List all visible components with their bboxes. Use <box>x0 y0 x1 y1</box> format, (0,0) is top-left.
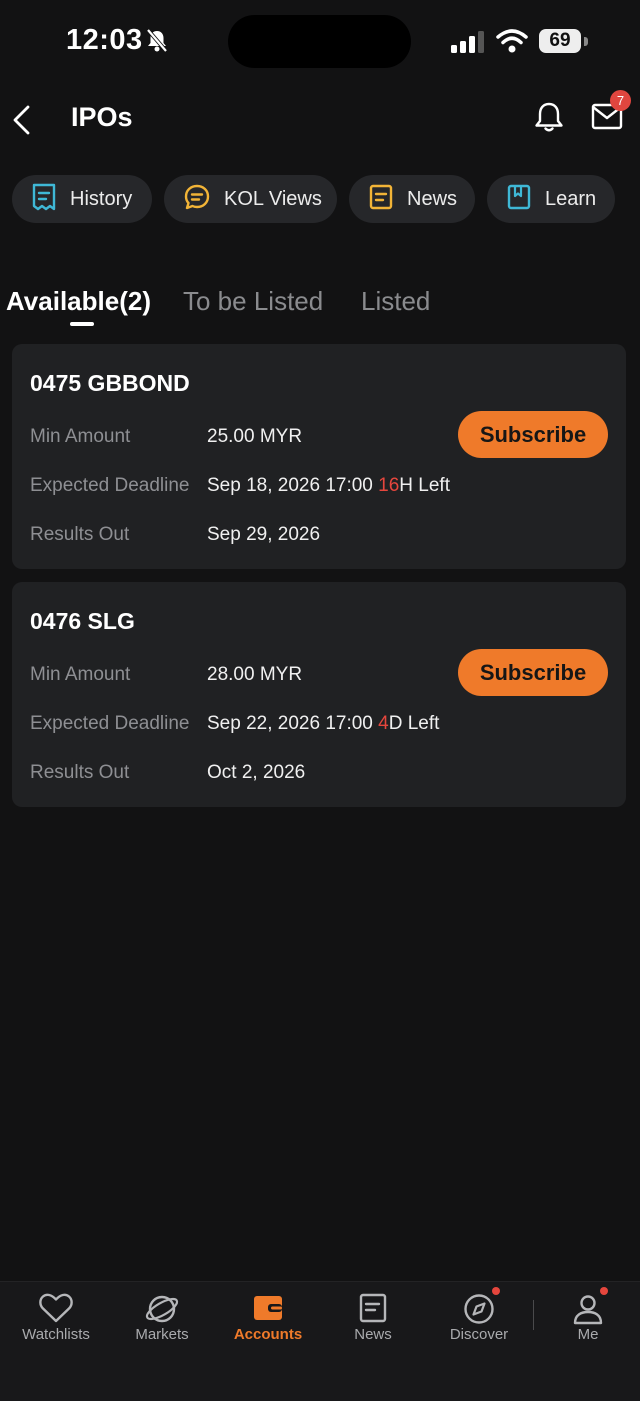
tab-watchlists[interactable]: Watchlists <box>3 1282 109 1372</box>
compass-icon <box>426 1292 532 1326</box>
receipt-icon <box>31 183 57 216</box>
tab-label: Markets <box>135 1326 189 1343</box>
chip-label: Learn <box>545 187 597 210</box>
tab-discover[interactable]: Discover <box>426 1282 532 1372</box>
status-time: 12:03 <box>66 24 143 56</box>
mail-badge: 7 <box>610 90 631 111</box>
tab-label: Me <box>577 1326 599 1343</box>
user-icon <box>535 1292 640 1326</box>
wallet-icon <box>215 1292 321 1326</box>
status-bar: 12:03 69 <box>0 0 640 84</box>
tab-divider <box>533 1300 534 1330</box>
wifi-icon <box>496 29 528 58</box>
tab-accounts[interactable]: Accounts <box>215 1282 321 1372</box>
results-value: Oct 2, 2026 <box>207 762 306 783</box>
deadline-date: Sep 18, 2026 17:00 <box>207 475 373 496</box>
results-label: Results Out <box>30 762 130 783</box>
deadline-date: Sep 22, 2026 17:00 <box>207 713 373 734</box>
ipo-card[interactable]: 0476 SLG Min Amount 28.00 MYR Subscribe … <box>12 582 626 807</box>
chip-kol-views[interactable]: KOL Views <box>164 175 337 223</box>
tab-available[interactable]: Available(2) <box>6 286 151 317</box>
time-left-suffix: D Left <box>388 713 440 734</box>
back-arrow-icon[interactable] <box>10 104 34 141</box>
tab-listed[interactable]: Listed <box>361 286 430 317</box>
tab-to-be-listed[interactable]: To be Listed <box>183 286 323 317</box>
ipo-card[interactable]: 0475 GBBOND Min Amount 25.00 MYR Subscri… <box>12 344 626 569</box>
battery-tip <box>584 37 588 46</box>
results-value: Sep 29, 2026 <box>207 524 321 545</box>
battery-level: 69 <box>539 29 581 53</box>
deadline-label: Expected Deadline <box>30 475 190 496</box>
document-icon <box>368 183 394 216</box>
tab-markets[interactable]: Markets <box>109 1282 215 1372</box>
ipo-name: 0475 GBBOND <box>30 370 190 396</box>
min-amount-label: Min Amount <box>30 664 131 685</box>
deadline-value: Sep 22, 2026 17:00 4D Left <box>207 713 439 735</box>
deadline-label: Expected Deadline <box>30 713 190 734</box>
bookmark-icon <box>506 183 532 216</box>
chip-history[interactable]: History <box>12 175 152 223</box>
bottom-tab-bar: Watchlists Markets Accounts News Discove… <box>0 1281 640 1401</box>
chip-learn[interactable]: Learn <box>487 175 615 223</box>
notification-bell-icon[interactable] <box>532 100 566 139</box>
silent-mode-icon <box>145 28 169 59</box>
tab-news[interactable]: News <box>320 1282 426 1372</box>
chip-label: News <box>407 187 458 210</box>
nav-header: IPOs 7 <box>0 90 640 150</box>
page-title: IPOs <box>71 102 133 132</box>
ipo-name: 0476 SLG <box>30 608 135 634</box>
heart-icon <box>3 1292 109 1326</box>
planet-icon <box>109 1292 215 1326</box>
subscribe-button[interactable]: Subscribe <box>458 649 608 696</box>
time-left-number: 4 <box>378 713 389 734</box>
ipo-tabs: Available(2) To be Listed Listed <box>0 282 640 332</box>
chip-label: History <box>70 187 133 210</box>
news-icon <box>320 1292 426 1326</box>
notification-dot <box>600 1287 608 1295</box>
deadline-value: Sep 18, 2026 17:00 16H Left <box>207 475 450 497</box>
min-amount-value: 25.00 MYR <box>207 426 303 447</box>
tab-label: Watchlists <box>22 1326 90 1343</box>
active-tab-indicator <box>70 322 94 326</box>
time-left-number: 16 <box>378 475 400 496</box>
results-label: Results Out <box>30 524 130 545</box>
dynamic-island <box>228 15 411 68</box>
subscribe-button[interactable]: Subscribe <box>458 411 608 458</box>
tab-label: Discover <box>449 1326 509 1343</box>
tab-me[interactable]: Me <box>535 1282 640 1372</box>
min-amount-value: 28.00 MYR <box>207 664 303 685</box>
notification-dot <box>492 1287 500 1295</box>
time-left-suffix: H Left <box>399 475 450 496</box>
quick-links: History KOL Views News Learn <box>12 175 640 223</box>
min-amount-label: Min Amount <box>30 426 131 447</box>
chip-label: KOL Views <box>224 187 322 210</box>
tab-label: News <box>354 1326 392 1343</box>
cellular-signal-icon <box>451 31 487 58</box>
chip-news[interactable]: News <box>349 175 475 223</box>
tab-label: Accounts <box>233 1326 303 1343</box>
chat-icon <box>183 183 211 216</box>
